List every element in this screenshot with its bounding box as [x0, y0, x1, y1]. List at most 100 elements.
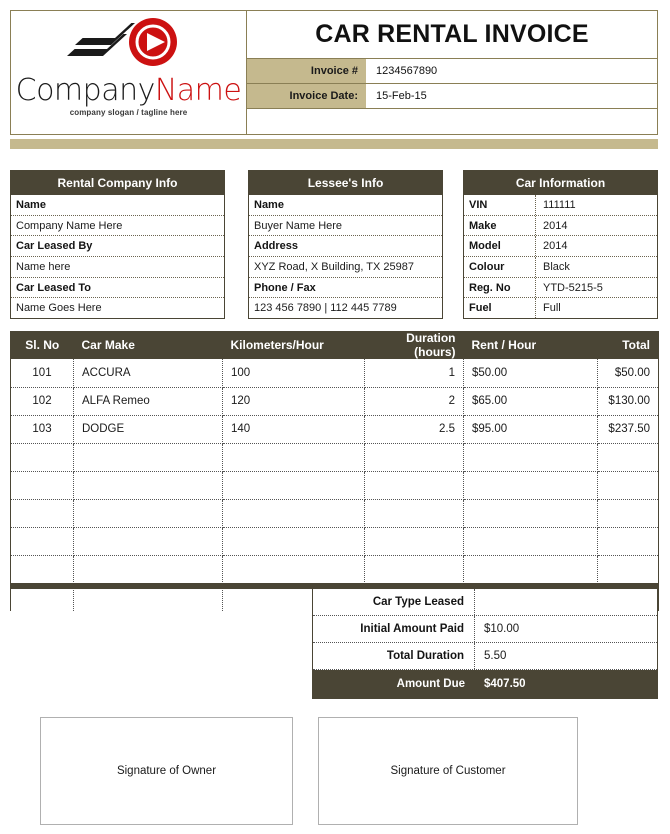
- table-row-empty: [10, 499, 659, 528]
- lessee-phone-value[interactable]: 123 456 7890 | 112 445 7789: [249, 298, 442, 318]
- total-duration-label: Total Duration: [313, 643, 475, 669]
- car-vin-label: VIN: [464, 195, 536, 215]
- cell-sl-no-empty[interactable]: [10, 471, 74, 500]
- cell-rent-hour-empty[interactable]: [463, 471, 598, 500]
- total-row-initial-amount-paid: Initial Amount Paid $10.00: [313, 616, 657, 643]
- rental-leased-to-label: Car Leased To: [11, 278, 224, 299]
- cell-car-make-empty[interactable]: [73, 471, 223, 500]
- car-model-value[interactable]: 2014: [536, 236, 657, 256]
- cell-rent-hour-empty[interactable]: [463, 555, 598, 584]
- car-fuel-value[interactable]: Full: [536, 298, 657, 318]
- cell-car-make[interactable]: ACCURA: [73, 359, 223, 388]
- cell-total-empty[interactable]: [597, 471, 659, 500]
- initial-amount-paid-value[interactable]: $10.00: [475, 616, 657, 642]
- cell-kilometers-hour-empty[interactable]: [222, 555, 365, 584]
- cell-rent-hour[interactable]: $65.00: [463, 387, 598, 416]
- cell-kilometers-hour[interactable]: 140: [222, 415, 365, 444]
- cell-kilometers-hour[interactable]: 120: [222, 387, 365, 416]
- cell-car-make-empty[interactable]: [73, 555, 223, 584]
- invoice-number-row: Invoice # 1234567890: [247, 59, 657, 84]
- cell-duration[interactable]: 2.5: [364, 415, 464, 444]
- cell-car-make[interactable]: DODGE: [73, 415, 223, 444]
- car-colour-row: Colour Black: [464, 256, 657, 278]
- cell-rent-hour[interactable]: $50.00: [463, 359, 598, 388]
- cell-duration[interactable]: 1: [364, 359, 464, 388]
- invoice-spacer-cell: [247, 109, 657, 134]
- invoice-number-label: Invoice #: [247, 59, 367, 83]
- lessee-address-value[interactable]: XYZ Road, X Building, TX 25987: [249, 257, 442, 278]
- signature-box-customer[interactable]: Signature of Customer: [318, 717, 578, 825]
- table-row-empty: [10, 471, 659, 500]
- cell-duration-empty[interactable]: [364, 527, 464, 556]
- amount-due-value: $407.50: [484, 678, 526, 690]
- car-type-leased-value[interactable]: [475, 589, 657, 615]
- amount-due-label: Amount Due: [396, 678, 465, 690]
- cell-sl-no[interactable]: 102: [10, 387, 74, 416]
- car-colour-value[interactable]: Black: [536, 257, 657, 277]
- cell-kilometers-hour[interactable]: 100: [222, 359, 365, 388]
- cell-total[interactable]: $237.50: [597, 415, 659, 444]
- invoice-date-value[interactable]: 15-Feb-15: [367, 84, 657, 108]
- lessee-phone-label: Phone / Fax: [249, 278, 442, 299]
- cell-sl-no-empty[interactable]: [10, 527, 74, 556]
- line-items-table: Sl. No Car Make Kilometers/Hour Duration…: [10, 331, 659, 611]
- cell-car-make[interactable]: ALFA Remeo: [73, 387, 223, 416]
- cell-kilometers-hour-empty[interactable]: [222, 527, 365, 556]
- rental-name-label: Name: [11, 195, 224, 216]
- logo-cell: CompanyName company slogan / tagline her…: [11, 11, 247, 134]
- logo-wordmark: CompanyName: [11, 73, 246, 108]
- col-header-rent-hour: Rent / Hour: [463, 331, 598, 359]
- car-information-box: Car Information VIN 111111 Make 2014 Mod…: [463, 170, 658, 319]
- total-row-amount-due: Amount Due $407.50: [313, 670, 657, 698]
- cell-total[interactable]: $130.00: [597, 387, 659, 416]
- cell-duration[interactable]: 2: [364, 387, 464, 416]
- table-row: 102 ALFA Remeo 120 2 $65.00 $130.00: [10, 387, 659, 416]
- cell-rent-hour-empty[interactable]: [463, 527, 598, 556]
- table-row-empty: [10, 443, 659, 472]
- logo-tagline: company slogan / tagline here: [69, 108, 188, 117]
- table-row: 101 ACCURA 100 1 $50.00 $50.00: [10, 359, 659, 388]
- cell-duration-empty[interactable]: [364, 555, 464, 584]
- cell-total-empty[interactable]: [597, 527, 659, 556]
- cell-total-empty[interactable]: [597, 555, 659, 584]
- lessee-info-box: Lessee's Info Name Buyer Name Here Addre…: [248, 170, 443, 319]
- lessee-name-value[interactable]: Buyer Name Here: [249, 216, 442, 237]
- cell-sl-no-empty[interactable]: [10, 443, 74, 472]
- cell-car-make-empty[interactable]: [73, 499, 223, 528]
- cell-sl-no-empty[interactable]: [10, 555, 74, 584]
- car-vin-row: VIN 111111: [464, 195, 657, 216]
- cell-rent-hour-empty[interactable]: [463, 443, 598, 472]
- car-regno-value[interactable]: YTD-5215-5: [536, 278, 657, 298]
- cell-rent-hour[interactable]: $95.00: [463, 415, 598, 444]
- car-model-label: Model: [464, 236, 536, 256]
- cell-kilometers-hour-empty[interactable]: [222, 443, 365, 472]
- cell-duration-empty[interactable]: [364, 499, 464, 528]
- cell-duration-empty[interactable]: [364, 471, 464, 500]
- cell-kilometers-hour-empty[interactable]: [222, 471, 365, 500]
- signature-box-owner[interactable]: Signature of Owner: [40, 717, 293, 825]
- cell-car-make-empty[interactable]: [73, 527, 223, 556]
- rental-leased-by-value[interactable]: Name here: [11, 257, 224, 278]
- cell-rent-hour-empty[interactable]: [463, 499, 598, 528]
- cell-total-empty[interactable]: [597, 443, 659, 472]
- cell-car-make-empty[interactable]: [73, 443, 223, 472]
- car-make-value[interactable]: 2014: [536, 216, 657, 236]
- total-row-car-type-leased: Car Type Leased: [313, 589, 657, 616]
- rental-name-value[interactable]: Company Name Here: [11, 216, 224, 237]
- cell-total[interactable]: $50.00: [597, 359, 659, 388]
- cell-kilometers-hour-empty[interactable]: [222, 499, 365, 528]
- cell-duration-empty[interactable]: [364, 443, 464, 472]
- car-vin-value[interactable]: 111111: [536, 195, 657, 215]
- cell-sl-no[interactable]: 103: [10, 415, 74, 444]
- cell-sl-no[interactable]: 101: [10, 359, 74, 388]
- rental-leased-to-value[interactable]: Name Goes Here: [11, 298, 224, 318]
- logo-word-name: Name: [154, 73, 242, 108]
- car-type-leased-label: Car Type Leased: [313, 589, 475, 615]
- cell-total-empty[interactable]: [597, 499, 659, 528]
- total-duration-value[interactable]: 5.50: [475, 643, 657, 669]
- invoice-number-value[interactable]: 1234567890: [367, 59, 657, 83]
- invoice-header: CompanyName company slogan / tagline her…: [10, 10, 658, 135]
- cell-sl-no-empty[interactable]: [10, 499, 74, 528]
- col-header-car-make: Car Make: [73, 331, 223, 359]
- car-regno-label: Reg. No: [464, 277, 536, 298]
